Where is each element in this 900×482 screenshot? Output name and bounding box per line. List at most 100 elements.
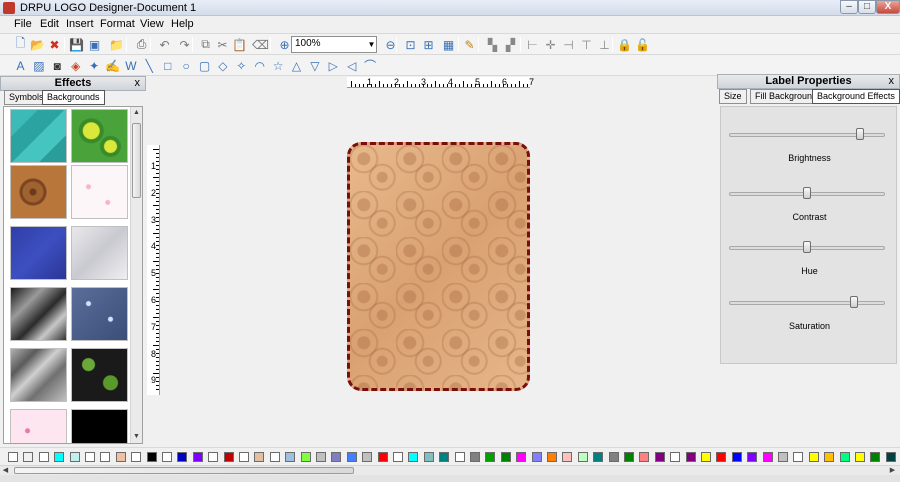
align-top-icon[interactable]: ⊤	[578, 36, 595, 53]
open-folder-icon[interactable]: 📁	[108, 36, 125, 53]
color-swatch[interactable]	[208, 452, 219, 462]
actual-size-icon[interactable]: ⊡	[402, 36, 419, 53]
color-swatch[interactable]	[885, 452, 896, 462]
group-icon[interactable]: ▚	[484, 36, 501, 53]
color-swatch[interactable]	[839, 452, 850, 462]
camera-icon[interactable]: ◙	[49, 57, 66, 74]
color-swatch[interactable]	[393, 452, 403, 462]
star5-icon[interactable]: ☆	[270, 57, 287, 74]
color-swatch[interactable]	[100, 452, 111, 462]
color-swatch[interactable]	[485, 452, 496, 462]
color-swatch[interactable]	[454, 452, 465, 462]
arc-icon[interactable]: ◠	[251, 57, 268, 74]
paste-icon[interactable]: 📋	[231, 36, 248, 53]
background-thumb[interactable]	[10, 287, 67, 341]
scroll-thumb[interactable]	[132, 123, 141, 198]
star-icon[interactable]: ✧	[233, 57, 250, 74]
color-swatch[interactable]	[654, 452, 665, 462]
color-swatch[interactable]	[731, 452, 742, 462]
open-icon[interactable]: 📂	[29, 36, 46, 53]
tab-size[interactable]: Size	[719, 89, 747, 104]
tab-backgrounds[interactable]: Backgrounds	[42, 90, 105, 105]
color-swatch[interactable]	[747, 452, 758, 462]
color-swatch[interactable]	[701, 452, 711, 462]
zoom-combobox[interactable]: 100%	[291, 36, 377, 53]
color-swatch[interactable]	[115, 452, 126, 462]
color-swatch[interactable]	[162, 452, 172, 462]
color-swatch[interactable]	[69, 452, 80, 462]
color-swatch[interactable]	[192, 452, 203, 462]
color-swatch[interactable]	[516, 452, 527, 462]
rectangle-icon[interactable]: □	[159, 57, 176, 74]
scroll-up-icon[interactable]: ▲	[131, 107, 142, 118]
color-swatch[interactable]	[285, 452, 296, 462]
color-swatch[interactable]	[408, 452, 419, 462]
edit-icon[interactable]: ✎	[461, 36, 478, 53]
color-swatch[interactable]	[254, 452, 265, 462]
color-swatch[interactable]	[824, 452, 835, 462]
color-swatch[interactable]	[855, 452, 865, 462]
label-design[interactable]	[347, 142, 530, 391]
color-swatch[interactable]	[331, 452, 342, 462]
menu-help[interactable]: Help	[165, 18, 200, 30]
color-swatch[interactable]	[547, 452, 557, 462]
undo-icon[interactable]: ↶	[156, 36, 173, 53]
effects-panel-close[interactable]: x	[135, 77, 141, 90]
background-thumb[interactable]	[10, 226, 67, 280]
color-swatch[interactable]	[54, 452, 65, 462]
lock-icon[interactable]: 🔒	[616, 36, 633, 53]
align-center-icon[interactable]: ✛	[542, 36, 559, 53]
saturation-slider-knob[interactable]	[850, 296, 859, 308]
background-thumb[interactable]	[71, 409, 128, 443]
cut-icon[interactable]: ✂	[214, 36, 231, 53]
close-doc-icon[interactable]: ✖	[46, 36, 63, 53]
color-swatch[interactable]	[593, 452, 604, 462]
horizontal-scrollbar[interactable]: ◀ ▶	[0, 465, 900, 475]
color-swatch[interactable]	[300, 452, 311, 462]
save-all-icon[interactable]: ▣	[86, 36, 103, 53]
align-right-icon[interactable]: ⊣	[560, 36, 577, 53]
background-thumb[interactable]	[71, 348, 128, 402]
color-swatch[interactable]	[377, 452, 388, 462]
brightness-slider-knob[interactable]	[856, 128, 865, 140]
saturation-slider[interactable]	[729, 301, 885, 305]
text-icon[interactable]: A	[12, 57, 29, 74]
color-swatch[interactable]	[808, 452, 819, 462]
color-swatch[interactable]	[639, 452, 650, 462]
unlock-icon[interactable]: 🔓	[634, 36, 651, 53]
color-swatch[interactable]	[439, 452, 450, 462]
color-swatch[interactable]	[8, 452, 18, 462]
h-scroll-thumb[interactable]	[14, 467, 354, 474]
grid-icon[interactable]: ▦	[440, 36, 457, 53]
color-swatch[interactable]	[146, 452, 157, 462]
color-swatch[interactable]	[762, 452, 773, 462]
zoom-dropdown-icon[interactable]: ▼	[367, 37, 376, 52]
background-thumb[interactable]	[10, 409, 67, 443]
color-swatch[interactable]	[131, 452, 142, 462]
delete-icon[interactable]: ⌫	[252, 36, 269, 53]
color-swatch[interactable]	[269, 452, 280, 462]
shapes-icon[interactable]: ◈	[67, 57, 84, 74]
scroll-down-icon[interactable]: ▼	[131, 431, 142, 442]
color-swatch[interactable]	[423, 452, 434, 462]
color-swatch[interactable]	[670, 452, 681, 462]
color-swatch[interactable]	[23, 452, 34, 462]
background-thumb[interactable]	[71, 226, 128, 280]
background-thumb[interactable]	[71, 109, 128, 163]
ellipse-icon[interactable]: ○	[178, 57, 195, 74]
align-bottom-icon[interactable]: ⊥	[596, 36, 613, 53]
wordart-icon[interactable]: W	[122, 57, 139, 74]
image-icon[interactable]: ▨	[30, 57, 47, 74]
symbol-icon[interactable]: ✦	[86, 57, 103, 74]
background-thumb[interactable]	[71, 165, 128, 219]
color-swatch[interactable]	[38, 452, 49, 462]
line-icon[interactable]: ╲	[141, 57, 158, 74]
print-icon[interactable]: ⎙	[133, 36, 150, 53]
color-swatch[interactable]	[346, 452, 357, 462]
background-thumb[interactable]	[10, 165, 67, 219]
save-icon[interactable]: 💾	[68, 36, 85, 53]
color-swatch[interactable]	[177, 452, 188, 462]
background-thumb[interactable]	[10, 348, 67, 402]
triangle-icon[interactable]: △	[288, 57, 305, 74]
minimize-button[interactable]: –	[840, 0, 858, 14]
